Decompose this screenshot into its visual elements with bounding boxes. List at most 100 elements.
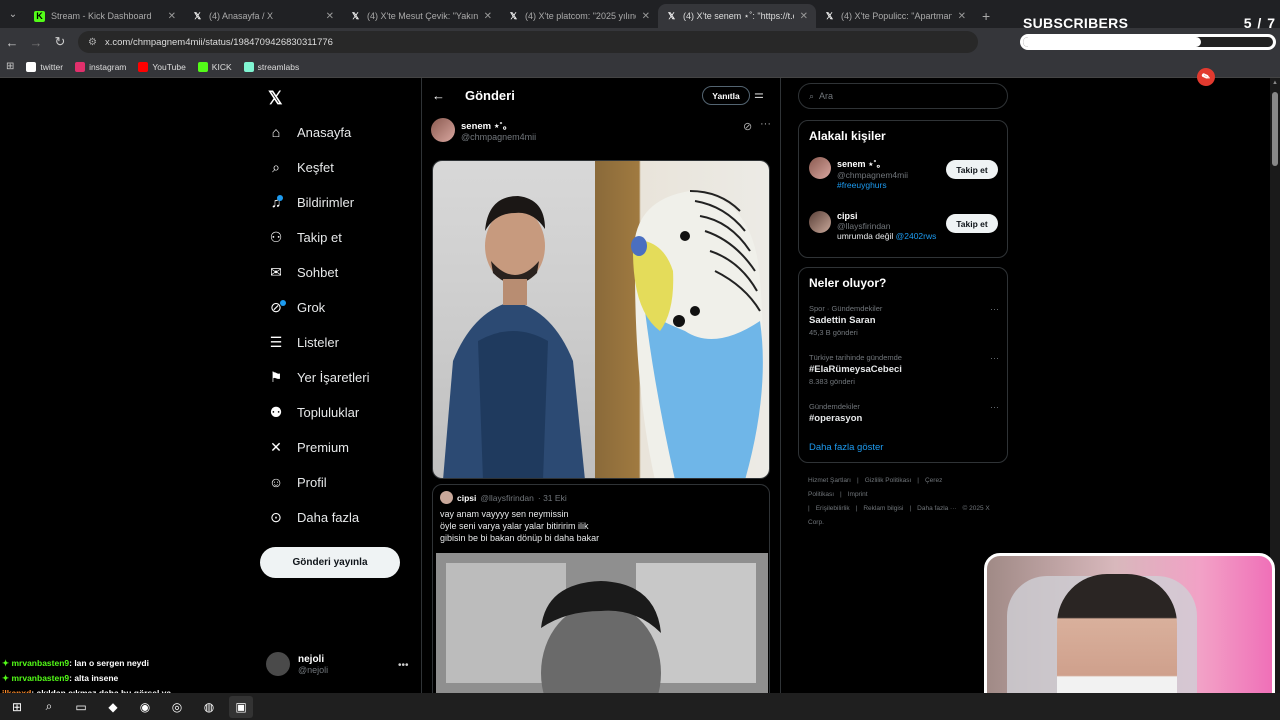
scroll-up-icon[interactable]: ▲ xyxy=(1272,80,1278,86)
trend-item[interactable]: Spor · Gündemdekiler Sadettin Saran 45,3… xyxy=(809,304,999,337)
nav-item[interactable]: ⌕ Keşfet xyxy=(268,159,334,176)
apps-grid-icon[interactable]: ⊞ xyxy=(6,61,14,72)
post-author[interactable]: senem ⋆˚｡ @chmpagnem4mii xyxy=(431,118,536,142)
person-name: senem ⋆˚｡ xyxy=(837,159,882,169)
bookmark-item[interactable]: twitter xyxy=(26,61,63,72)
grok-icon[interactable]: ⊘ xyxy=(743,120,752,133)
back-icon[interactable]: ← xyxy=(0,35,24,50)
footer-link[interactable]: Imprint xyxy=(848,491,868,498)
avatar xyxy=(809,157,831,179)
x-logo-icon[interactable]: 𝕏 xyxy=(268,88,283,109)
related-person[interactable]: senem ⋆˚｡ @chmpagnem4mii #freeuyghurs xyxy=(809,157,908,190)
bio-link[interactable]: #freeuyghurs xyxy=(837,180,887,190)
reload-icon[interactable]: ↻ xyxy=(48,34,72,50)
post-media[interactable] xyxy=(432,160,770,479)
footer-link[interactable]: Daha fazla ··· xyxy=(917,505,956,512)
trend-more-icon[interactable]: ··· xyxy=(990,353,999,363)
close-tab-icon[interactable]: ✕ xyxy=(326,11,334,22)
trend-count: 45,3 B gönderi xyxy=(809,328,858,337)
trend-more-icon[interactable]: ··· xyxy=(990,402,999,412)
nav-item[interactable]: ⚇ Takip et xyxy=(268,229,342,246)
tab-search-icon[interactable]: ⌄ xyxy=(0,0,26,28)
close-tab-icon[interactable]: ✕ xyxy=(642,11,650,22)
footer-link[interactable]: Erişilebilirlik xyxy=(816,505,850,512)
tab-title: (4) Anasayfa / X xyxy=(209,11,274,21)
browser-tab[interactable]: 𝕏 (4) X'te senem ⋆˚: "https://t.c ✕ xyxy=(658,4,816,28)
nav-item[interactable]: ⚑ Yer İşaretleri xyxy=(268,369,370,386)
nav-item[interactable]: ⊙ Daha fazla xyxy=(268,509,359,526)
post-button[interactable]: Gönderi yayınla xyxy=(260,547,400,578)
nav-item[interactable]: ✕ Premium xyxy=(268,439,349,456)
chat-username: mrvanbasten9 xyxy=(11,658,70,668)
subscribers-goal-overlay: SUBSCRIBERS 5 / 7 xyxy=(1018,12,1278,52)
bookmark-item[interactable]: instagram xyxy=(75,61,126,72)
follow-button[interactable]: Takip et xyxy=(946,214,998,233)
nav-item[interactable]: ☰ Listeler xyxy=(268,334,339,351)
url-bar[interactable]: ⚙ x.com/chmpagnem4mii/status/19847094268… xyxy=(78,31,978,53)
x-icon: 𝕏 xyxy=(351,10,360,21)
follow-button[interactable]: Takip et xyxy=(946,160,998,179)
mail-icon: ✉ xyxy=(270,264,282,280)
nav-item[interactable]: ⊘ Grok xyxy=(268,299,325,316)
x-icon: 𝕏 xyxy=(509,10,518,21)
trend-item[interactable]: Türkiye tarihinde gündemde #ElaRümeysaCe… xyxy=(809,353,999,386)
bookmark-item[interactable]: streamlabs xyxy=(243,61,299,72)
nav-item[interactable]: ⚉ Topluluklar xyxy=(268,404,359,421)
bookmark-item[interactable]: KICK xyxy=(197,61,232,72)
tab-title: Stream - Kick Dashboard xyxy=(51,11,152,21)
bookmark-item[interactable]: YouTube xyxy=(138,61,186,72)
nav-label: Yer İşaretleri xyxy=(297,370,370,385)
sliders-icon[interactable]: ⚌ xyxy=(754,88,764,101)
site-info-icon[interactable]: ⚙ xyxy=(88,37,97,48)
new-tab-button[interactable]: + xyxy=(974,4,998,28)
browser-tab[interactable]: 𝕏 (4) X'te Populicc: "Apartman ça ✕ xyxy=(816,4,974,28)
discord-icon[interactable]: ◉ xyxy=(133,696,157,718)
windows-start-icon[interactable]: ⊞ xyxy=(5,696,29,718)
browser-tab[interactable]: 𝕏 (4) X'te platcom: "2025 yılında ✕ xyxy=(500,4,658,28)
windows-taskbar: ⊞ ⌕ ▭ ◆ ◉ ◎ ◍ ▣ xyxy=(0,693,1280,720)
nav-item[interactable]: ⌂ Anasayfa xyxy=(268,124,351,140)
nav-item[interactable]: ☺ Profil xyxy=(268,474,327,490)
trend-item[interactable]: Gündemdekiler #operasyon ··· xyxy=(809,402,999,424)
tab-title: (4) X'te Mesut Çevik: "Yakın bir xyxy=(367,11,478,21)
forward-icon[interactable]: → xyxy=(24,35,48,50)
chrome-icon[interactable]: ◎ xyxy=(165,696,189,718)
close-tab-icon[interactable]: ✕ xyxy=(168,11,176,22)
account-more-icon[interactable]: ••• xyxy=(398,660,409,671)
url-text: x.com/chmpagnem4mii/status/1984709426830… xyxy=(104,36,333,48)
quoted-post[interactable]: cipsi @llaysfirindan · 31 Eki vay anam v… xyxy=(432,484,770,693)
related-person[interactable]: cipsi @llaysfirindan umrumda değil @2402… xyxy=(809,211,936,241)
close-tab-icon[interactable]: ✕ xyxy=(958,11,966,22)
instagram-icon xyxy=(75,61,86,72)
nav-item[interactable]: ✉ Sohbet xyxy=(268,264,338,281)
footer-link[interactable]: Gizlilik Politikası xyxy=(865,477,912,484)
author-avatar[interactable] xyxy=(431,118,455,142)
spotify-icon[interactable]: ◍ xyxy=(197,696,221,718)
search-input[interactable]: Ara xyxy=(819,91,833,101)
back-arrow-icon[interactable]: ← xyxy=(432,88,445,103)
trend-more-icon[interactable]: ··· xyxy=(990,304,999,314)
close-tab-icon[interactable]: ✕ xyxy=(484,11,492,22)
close-tab-icon[interactable]: ✕ xyxy=(800,11,808,22)
footer-link[interactable]: Hizmet Şartları xyxy=(808,477,851,484)
scroll-thumb[interactable] xyxy=(1272,92,1278,166)
file-explorer-icon[interactable]: ▭ xyxy=(69,696,93,718)
bio-link[interactable]: @2402rws xyxy=(896,231,937,241)
x-icon: 𝕏 xyxy=(667,10,676,21)
more-icon[interactable]: ··· xyxy=(760,118,771,130)
account-switcher[interactable]: nejoli @nejoli xyxy=(266,652,328,676)
app-icon[interactable]: ◆ xyxy=(101,696,125,718)
browser-tab[interactable]: 𝕏 (4) X'te Mesut Çevik: "Yakın bir ✕ xyxy=(342,4,500,28)
author-name[interactable]: senem ⋆˚｡ xyxy=(461,118,536,132)
bookmark-label: YouTube xyxy=(152,61,186,72)
trend-name: #ElaRümeysaCebeci xyxy=(809,364,902,375)
browser-tab[interactable]: 𝕏 (4) Anasayfa / X ✕ xyxy=(184,4,342,28)
streamlabs-icon[interactable]: ▣ xyxy=(229,695,253,718)
x-icon: 𝕏 xyxy=(825,10,834,21)
browser-tab[interactable]: K Stream - Kick Dashboard ✕ xyxy=(26,4,184,28)
search-box[interactable]: ⌕ Ara xyxy=(798,83,1008,109)
footer-link[interactable]: Reklam bilgisi xyxy=(863,505,903,512)
search-icon[interactable]: ⌕ xyxy=(37,696,61,718)
reply-button[interactable]: Yanıtla xyxy=(702,86,750,105)
show-more-link[interactable]: Daha fazla göster xyxy=(809,442,883,453)
